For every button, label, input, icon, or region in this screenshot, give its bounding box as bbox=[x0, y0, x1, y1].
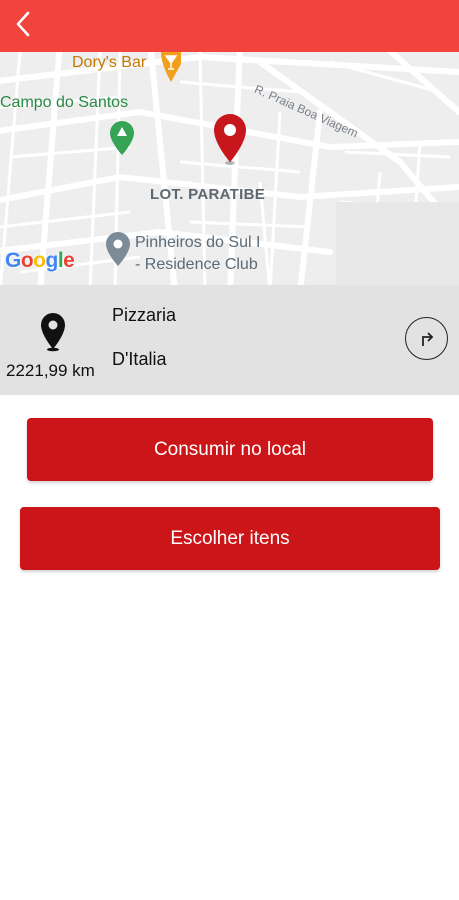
dorys-bar-marker bbox=[161, 52, 181, 82]
google-logo: Google bbox=[5, 249, 75, 272]
restaurant-location-marker bbox=[214, 114, 246, 165]
location-pin-icon bbox=[41, 313, 65, 352]
map-view[interactable]: Dory's Bar Campo do Santos R. Praia Boa … bbox=[0, 52, 459, 285]
directions-button[interactable] bbox=[405, 317, 448, 360]
map-label-dorys-bar: Dory's Bar bbox=[72, 54, 147, 71]
chevron-left-icon bbox=[16, 11, 30, 37]
place-name-line1: Pizzaria bbox=[112, 305, 177, 325]
escolher-itens-button[interactable]: Escolher itens bbox=[20, 507, 440, 570]
map-label-pinheiros: Pinheiros do Sul I - Residence Club bbox=[135, 232, 260, 276]
consumir-no-local-button[interactable]: Consumir no local bbox=[27, 418, 433, 481]
distance-text: 2221,99 km bbox=[6, 361, 95, 380]
place-name-line2: D'Italia bbox=[112, 349, 167, 369]
place-info-panel: 2221,99 km Pizzaria D'Italia bbox=[0, 285, 459, 395]
park-marker bbox=[110, 121, 134, 155]
map-label-lot-paratibe: LOT. PARATIBE bbox=[150, 186, 266, 203]
map-label-campo-do-santos: Campo do Santos bbox=[0, 94, 129, 111]
turn-right-arrow-icon bbox=[421, 331, 433, 346]
top-app-bar bbox=[0, 0, 459, 52]
map-label-pinheiros-line2: - Residence Club bbox=[135, 256, 258, 273]
back-button[interactable] bbox=[6, 6, 42, 42]
map-label-pinheiros-line1: Pinheiros do Sul I bbox=[135, 234, 261, 251]
